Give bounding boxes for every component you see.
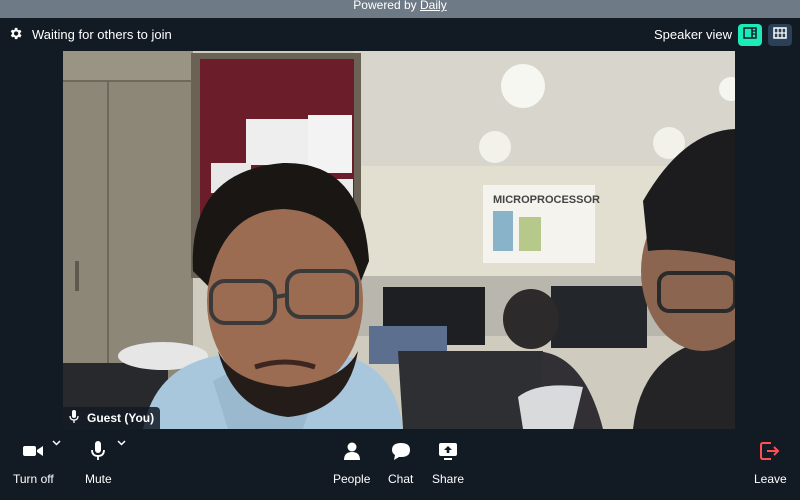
microphone-icon <box>69 410 79 426</box>
participant-video-tile: MICROPROCESSOR Guest (You) <box>63 51 735 429</box>
leave-exit-icon <box>760 439 780 463</box>
person-icon <box>343 439 360 463</box>
video-camera-icon <box>23 439 44 463</box>
camera-feed-image: MICROPROCESSOR <box>63 51 735 429</box>
waiting-status-text: Waiting for others to join <box>32 27 172 42</box>
participant-name: Guest (You) <box>87 411 155 425</box>
grid-view-button[interactable] <box>768 23 792 46</box>
powered-by-text: Powered by <box>353 0 417 12</box>
chat-button-label: Chat <box>388 472 414 486</box>
top-bar: Waiting for others to join Speaker view <box>0 18 800 51</box>
daily-link[interactable]: Daily <box>420 0 447 12</box>
powered-by-banner: Powered by Daily <box>0 0 800 18</box>
video-stage: MICROPROCESSOR Guest (You) <box>0 51 800 429</box>
settings-gear-icon[interactable] <box>8 26 23 44</box>
mute-button[interactable]: Mute <box>85 439 112 486</box>
share-button[interactable]: Share <box>432 439 464 486</box>
people-button-label: People <box>333 472 371 486</box>
camera-button[interactable]: Turn off <box>13 439 54 486</box>
speaker-view-icon <box>743 27 757 42</box>
bottom-tray: Turn off Mute People Chat Share Leave <box>0 429 800 500</box>
grid-view-icon <box>773 27 787 42</box>
participant-name-tag: Guest (You) <box>63 407 161 429</box>
mute-button-label: Mute <box>85 472 112 486</box>
camera-options-chevron-icon[interactable] <box>52 438 61 449</box>
poster-title-text: MICROPROCESSOR <box>493 194 600 206</box>
mic-options-chevron-icon[interactable] <box>117 438 126 449</box>
share-button-label: Share <box>432 472 465 486</box>
chat-button[interactable]: Chat <box>388 439 413 486</box>
camera-button-label: Turn off <box>13 472 54 486</box>
chat-bubble-icon <box>391 439 410 463</box>
view-mode-label: Speaker view <box>653 27 732 42</box>
share-screen-icon <box>439 439 458 463</box>
leave-button-label: Leave <box>754 472 787 486</box>
speaker-view-button[interactable] <box>738 23 762 46</box>
people-button[interactable]: People <box>333 439 370 486</box>
microphone-icon <box>91 439 106 463</box>
leave-button[interactable]: Leave <box>754 439 787 486</box>
